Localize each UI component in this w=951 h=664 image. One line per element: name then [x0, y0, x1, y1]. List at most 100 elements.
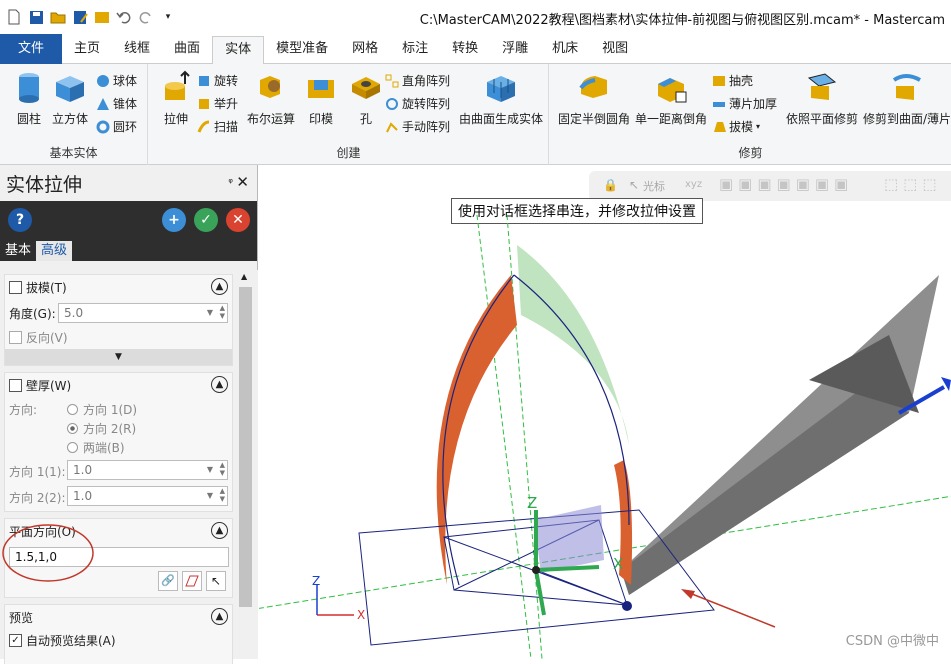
- wall-checkbox[interactable]: [9, 378, 22, 392]
- collapse-icon[interactable]: ▲: [211, 522, 228, 539]
- tab-basic[interactable]: 基本: [0, 241, 36, 261]
- boolean-icon: [260, 76, 280, 98]
- hole-icon: [352, 77, 380, 99]
- tab-solids[interactable]: 实体: [212, 36, 265, 65]
- dir1-thickness-label: 方向 1(1):: [9, 465, 66, 479]
- ok-create-new-button[interactable]: +: [162, 208, 186, 232]
- sphere-button[interactable]: 球体: [96, 72, 137, 89]
- scroll-up-icon[interactable]: ▲: [241, 272, 247, 281]
- solid-from-surfaces-button[interactable]: 由曲面生成实体: [459, 70, 543, 127]
- pin-icon[interactable]: ᵠ: [228, 176, 233, 189]
- wall-section: 壁厚(W) ▲ 方向: 方向 1(D) 方向 2(R) 两端(B) 方向 1(1…: [4, 372, 233, 512]
- chevron-down-icon: ▼: [115, 352, 122, 362]
- reverse-row: 反向(V): [9, 329, 68, 346]
- dir1-radio-row[interactable]: 方向 1(D): [67, 401, 137, 418]
- loft-button[interactable]: 举升: [197, 95, 238, 112]
- both-radio-row[interactable]: 两端(B): [67, 439, 125, 456]
- extruded-body-side: [621, 383, 909, 595]
- draft-section: 拔模(T) ▲ 角度(G): 5.0 ▼ ▲ ▼ 反向(V) ▼: [4, 274, 233, 366]
- tab-file[interactable]: 文件: [0, 34, 63, 64]
- tab-model-prep[interactable]: 模型准备: [264, 34, 340, 64]
- graphics-viewport[interactable]: 🔒 ↖ 光标 xyz ▣▣▣▣▣▣▣ ⬚⬚⬚ 使用对话框选择串连，并修改拉伸设置: [259, 165, 951, 659]
- highlight-ellipse: [2, 524, 94, 582]
- tab-mesh[interactable]: 网格: [340, 34, 390, 64]
- model-scene: Z X X Z: [259, 214, 951, 659]
- cursor-select-icon[interactable]: ↖: [206, 571, 226, 591]
- boolean-button[interactable]: 布尔运算: [247, 70, 295, 127]
- plane-select-icon[interactable]: [182, 571, 202, 591]
- tab-view[interactable]: 视图: [590, 34, 640, 64]
- folder-icon[interactable]: [94, 9, 110, 25]
- reverse-checkbox[interactable]: [9, 331, 22, 344]
- both-radio[interactable]: [67, 442, 78, 453]
- fillet-button[interactable]: 固定半倒圆角: [558, 70, 630, 127]
- redo-icon[interactable]: [138, 9, 154, 25]
- shell-button[interactable]: 抽壳: [712, 72, 753, 89]
- customize-icon[interactable]: ▾: [160, 9, 176, 25]
- chamfer-button[interactable]: 单一距离倒角: [635, 70, 707, 127]
- rect-array-button[interactable]: 直角阵列: [385, 72, 450, 89]
- rot-array-button[interactable]: 旋转阵列: [385, 95, 450, 112]
- world-z-label: Z: [312, 574, 320, 588]
- open-icon[interactable]: [50, 9, 66, 25]
- ok-button[interactable]: ✓: [194, 208, 218, 232]
- panel-body: 拔模(T) ▲ 角度(G): 5.0 ▼ ▲ ▼ 反向(V) ▼ 壁厚(W) ▲ 方向…: [0, 270, 258, 664]
- group-label: 修剪: [738, 146, 763, 160]
- trim-surface-button[interactable]: 修剪到曲面/薄片: [863, 70, 951, 127]
- sweep-button[interactable]: 扫描: [197, 118, 238, 135]
- tab-relief[interactable]: 浮雕: [490, 34, 540, 64]
- collapse-icon[interactable]: ▲: [211, 608, 228, 625]
- extrude-button[interactable]: 拉伸: [159, 70, 193, 127]
- draft-header: 拔模(T) ▲: [5, 275, 232, 299]
- dir2-radio-row[interactable]: 方向 2(R): [67, 420, 136, 437]
- panel-scrollbar[interactable]: ▲: [237, 270, 254, 659]
- thicken-button[interactable]: 薄片加厚: [712, 95, 777, 112]
- cone-button[interactable]: 锥体: [96, 95, 137, 112]
- hole-button[interactable]: 孔: [349, 70, 383, 127]
- dir1-thickness-field[interactable]: 1.0 ▼ ▲ ▼: [67, 460, 228, 480]
- torus-button[interactable]: 圆环: [96, 118, 137, 135]
- save-as-icon[interactable]: [72, 9, 88, 25]
- spinner-icon[interactable]: ▲ ▼: [220, 487, 225, 503]
- angle-field[interactable]: 5.0 ▼ ▲ ▼: [58, 303, 228, 323]
- dir2-thickness-field[interactable]: 1.0 ▼ ▲ ▼: [67, 486, 228, 506]
- undo-icon[interactable]: [116, 9, 132, 25]
- auto-preview-row[interactable]: ✓ 自动预览结果(A): [9, 632, 116, 649]
- auto-preview-checkbox[interactable]: ✓: [9, 634, 22, 647]
- sweep-icon: [197, 120, 210, 133]
- draft-checkbox[interactable]: [9, 280, 22, 294]
- new-file-icon[interactable]: [6, 9, 22, 25]
- dir2-thickness-label: 方向 2(2):: [9, 491, 66, 505]
- close-icon[interactable]: ✕: [236, 173, 249, 191]
- box-button[interactable]: 立方体: [52, 70, 88, 127]
- dir2-radio[interactable]: [67, 423, 78, 434]
- spinner-icon[interactable]: ▲ ▼: [220, 461, 225, 477]
- tab-machine[interactable]: 机床: [540, 34, 590, 64]
- tab-surfaces[interactable]: 曲面: [162, 34, 212, 64]
- gizmo-z-label: Z: [527, 494, 537, 512]
- save-icon[interactable]: [28, 9, 44, 25]
- expand-button[interactable]: ▼: [5, 349, 232, 365]
- revolve-button[interactable]: 旋转: [197, 72, 238, 89]
- tab-dimension[interactable]: 标注: [390, 34, 440, 64]
- chain-link-icon[interactable]: 🔗: [158, 571, 178, 591]
- solid-from-surfaces-icon: [487, 76, 515, 102]
- sphere-icon: [97, 74, 109, 87]
- tab-advanced[interactable]: 高级: [36, 241, 73, 261]
- tab-home[interactable]: 主页: [62, 34, 112, 64]
- scrollbar-thumb[interactable]: [239, 287, 252, 607]
- tab-wireframe[interactable]: 线框: [112, 34, 162, 64]
- window-title: C:\MasterCAM\2022教程\图档素材\实体拉伸-前视图与俯视图区别.…: [419, 13, 945, 28]
- draft-button[interactable]: 拔模 ▾: [712, 118, 760, 135]
- collapse-icon[interactable]: ▲: [211, 278, 228, 295]
- trim-plane-button[interactable]: 依照平面修剪: [786, 70, 858, 127]
- dir1-radio[interactable]: [67, 404, 78, 415]
- collapse-icon[interactable]: ▲: [211, 376, 228, 393]
- cylinder-button[interactable]: 圆柱: [12, 70, 46, 127]
- cancel-button[interactable]: ✕: [226, 208, 250, 232]
- impression-button[interactable]: 印模: [304, 70, 338, 127]
- manual-array-button[interactable]: 手动阵列: [385, 118, 450, 135]
- spinner-icon[interactable]: ▲ ▼: [220, 304, 225, 320]
- tab-transform[interactable]: 转换: [440, 34, 490, 64]
- help-button[interactable]: ?: [8, 208, 32, 232]
